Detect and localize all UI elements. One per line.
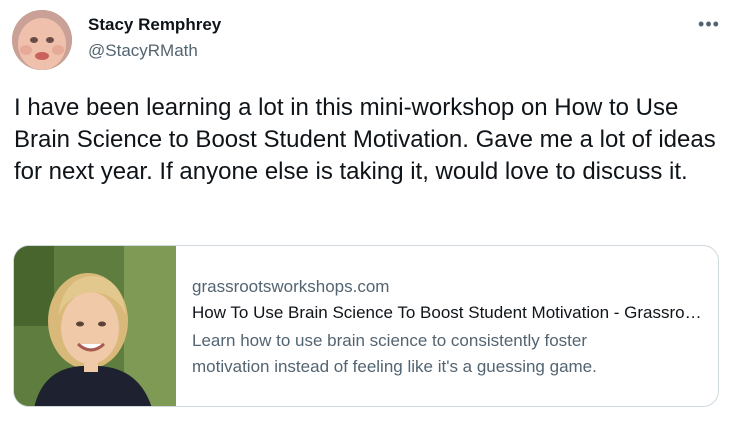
- tweet-text: I have been learning a lot in this mini-…: [14, 94, 716, 185]
- more-options-button[interactable]: •••: [694, 12, 724, 36]
- link-card[interactable]: grassrootsworkshops.com How To Use Brain…: [13, 245, 719, 407]
- author-name[interactable]: Stacy Remphrey: [88, 15, 221, 35]
- card-body: grassrootsworkshops.com How To Use Brain…: [176, 246, 702, 406]
- card-description: Learn how to use brain science to consis…: [192, 331, 597, 376]
- card-domain: grassrootsworkshops.com: [192, 277, 390, 296]
- article-thumbnail-photo-icon: [14, 246, 176, 406]
- avatar-photo-icon: [12, 10, 72, 70]
- more-options-icon: •••: [698, 13, 720, 34]
- author-handle[interactable]: @StacyRMath: [88, 41, 198, 61]
- card-title[interactable]: How To Use Brain Science To Boost Studen…: [192, 302, 702, 324]
- card-thumbnail: [14, 246, 176, 406]
- author-avatar[interactable]: [12, 10, 72, 70]
